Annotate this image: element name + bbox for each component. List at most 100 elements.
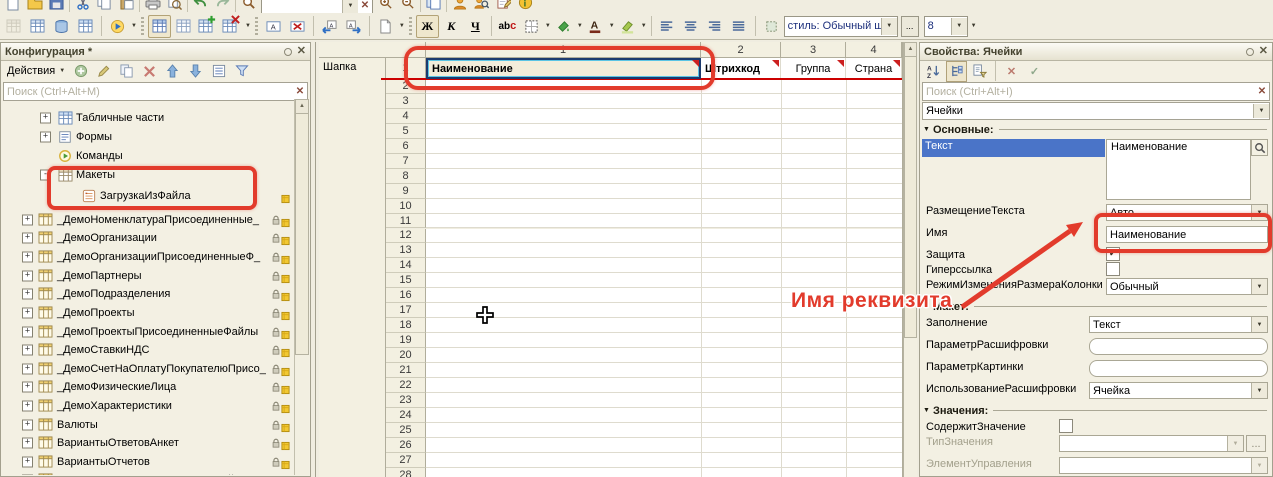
row-header-23[interactable]: 23 xyxy=(386,393,426,408)
sheet-row[interactable] xyxy=(426,184,902,199)
row-header-19[interactable]: 19 xyxy=(386,333,426,348)
row-header-21[interactable]: 21 xyxy=(386,363,426,378)
sort-by-category-button[interactable] xyxy=(946,61,967,82)
property-value-Заполнение[interactable]: Текст▼ xyxy=(1089,316,1268,333)
column-header-4[interactable]: 4 xyxy=(846,42,902,58)
row-header-24[interactable]: 24 xyxy=(386,408,426,423)
tree-item-13[interactable]: +_ДемоСтавкиНДС xyxy=(2,341,294,359)
actions-menu-button[interactable]: Действия ▼ xyxy=(4,62,68,81)
row-header-17[interactable]: 17 xyxy=(386,303,426,318)
sheet-row[interactable] xyxy=(426,154,902,169)
style-more-button[interactable]: ... xyxy=(901,16,919,37)
find-icon[interactable] xyxy=(239,0,258,12)
expand-icon[interactable]: + xyxy=(22,475,33,476)
zoom-out-icon[interactable] xyxy=(398,0,417,12)
clear-search-icon[interactable]: ✕ xyxy=(1255,86,1269,97)
table-view-button[interactable] xyxy=(74,15,97,38)
sheet-row[interactable] xyxy=(426,169,902,184)
tree-item-10[interactable]: +_ДемоПодразделения xyxy=(2,285,294,303)
font-size-combo[interactable]: 8▼ xyxy=(924,16,968,37)
shift-cells-right-button[interactable]: A xyxy=(342,15,365,38)
property-value-РежимИзмененияРазмераКолонки[interactable]: Обычный▼ xyxy=(1106,278,1268,295)
sheet-row[interactable] xyxy=(426,229,902,244)
row-header-7[interactable]: 7 xyxy=(386,154,426,169)
dropdown-caret-icon[interactable]: ▼ xyxy=(1251,383,1267,398)
underline-button[interactable]: Ч xyxy=(464,15,487,38)
dropdown-caret-icon[interactable]: ▼ xyxy=(951,18,967,35)
tree-item-18[interactable]: +ВариантыОтветовАнкет xyxy=(2,434,294,452)
show-important-button[interactable] xyxy=(969,61,990,82)
pin-icon[interactable] xyxy=(1246,48,1254,56)
page-setup-button[interactable] xyxy=(374,15,397,38)
sheet-row[interactable] xyxy=(426,243,902,258)
row-header-14[interactable]: 14 xyxy=(386,258,426,273)
align-right-button[interactable] xyxy=(704,15,727,38)
property-value-ПараметрРасшифровки[interactable] xyxy=(1089,338,1268,355)
sheet-row[interactable] xyxy=(426,94,902,109)
dropdown-caret-icon[interactable]: ▼ xyxy=(131,23,137,29)
properties-search-input[interactable] xyxy=(923,86,1255,98)
assign-name-button[interactable]: A xyxy=(262,15,285,38)
page-edit-icon[interactable] xyxy=(494,0,513,12)
object-selector-combo[interactable]: Ячейки ▼ xyxy=(922,102,1270,120)
tree-item-20[interactable]: +ВерсииПоставляемыхРасширений xyxy=(2,471,294,475)
expand-icon[interactable]: + xyxy=(22,252,33,263)
cut-icon[interactable] xyxy=(73,0,92,12)
show-grid-button[interactable] xyxy=(172,15,195,38)
show-headers-button[interactable] xyxy=(148,15,171,38)
row-header-11[interactable]: 11 xyxy=(386,214,426,229)
tree-item-19[interactable]: +ВариантыОтчетов xyxy=(2,453,294,471)
row-header-25[interactable]: 25 xyxy=(386,423,426,438)
row-header-26[interactable]: 26 xyxy=(386,438,426,453)
filter-button[interactable] xyxy=(231,61,252,82)
dropdown-caret-icon[interactable]: ▼ xyxy=(609,23,615,29)
remove-name-button[interactable] xyxy=(286,15,309,38)
pin-icon[interactable] xyxy=(284,48,292,56)
sheet-row[interactable] xyxy=(426,318,902,333)
sheet-row[interactable] xyxy=(426,453,902,468)
tree-item-7[interactable]: +_ДемоОрганизации xyxy=(2,229,294,247)
row-header-4[interactable]: 4 xyxy=(386,109,426,124)
expand-icon[interactable]: + xyxy=(22,215,33,226)
redo-icon[interactable] xyxy=(213,0,232,12)
sheet-row[interactable] xyxy=(426,378,902,393)
expand-icon[interactable]: + xyxy=(22,420,33,431)
text-register-button[interactable]: abc xyxy=(496,15,519,38)
italic-button[interactable]: К xyxy=(440,15,463,38)
tree-item-14[interactable]: +_ДемоСчетНаОплатуПокупателюПрисо_ xyxy=(2,360,294,378)
tree-item-6[interactable]: +_ДемоНоменклатураПрисоединенные_ xyxy=(2,211,294,229)
expand-icon[interactable]: + xyxy=(22,382,33,393)
section-header-2[interactable]: ▼Макет: xyxy=(923,300,1267,313)
tree-item-17[interactable]: +Валюты xyxy=(2,416,294,434)
copy-pages-icon[interactable] xyxy=(424,0,443,12)
tree-item-2[interactable]: +Формы xyxy=(2,128,294,146)
dropdown-caret-icon[interactable]: ▼ xyxy=(1251,279,1267,294)
row-header-27[interactable]: 27 xyxy=(386,453,426,468)
row-header-20[interactable]: 20 xyxy=(386,348,426,363)
section-header-3[interactable]: ▼Значения: xyxy=(923,404,1267,417)
toolbar-overflow-caret-icon[interactable]: ▼ xyxy=(971,23,977,29)
align-justify-button[interactable] xyxy=(728,15,751,38)
property-value-ИспользованиеРасшифровки[interactable]: Ячейка▼ xyxy=(1089,382,1268,399)
external-data-source-button[interactable] xyxy=(50,15,73,38)
clear-icon[interactable]: ✕ xyxy=(358,0,372,11)
property-value-ЭлементУправления[interactable]: ▼ xyxy=(1059,457,1268,474)
expand-icon[interactable]: + xyxy=(40,132,51,143)
row-header-12[interactable]: 12 xyxy=(386,229,426,244)
tree-item-8[interactable]: +_ДемоОрганизацииПрисоединенныеФ_ xyxy=(2,248,294,266)
expand-icon[interactable]: + xyxy=(22,327,33,338)
sheet-row[interactable] xyxy=(426,363,902,378)
sheet-row[interactable] xyxy=(426,124,902,139)
sheet-row[interactable] xyxy=(426,199,902,214)
dropdown-caret-icon[interactable]: ▼ xyxy=(545,23,551,29)
tree-item-16[interactable]: +_ДемоХарактеристики xyxy=(2,397,294,415)
table-properties-button[interactable] xyxy=(26,15,49,38)
run-template-button[interactable] xyxy=(106,15,129,38)
edit-button[interactable] xyxy=(93,61,114,82)
delete-area-button[interactable] xyxy=(220,15,243,38)
row-header-22[interactable]: 22 xyxy=(386,378,426,393)
configuration-search-input[interactable] xyxy=(4,86,293,98)
property-checkbox-Гиперссылка[interactable] xyxy=(1106,262,1120,276)
section-header-1[interactable]: ▼Основные: xyxy=(923,123,1267,136)
expand-icon[interactable]: + xyxy=(22,401,33,412)
